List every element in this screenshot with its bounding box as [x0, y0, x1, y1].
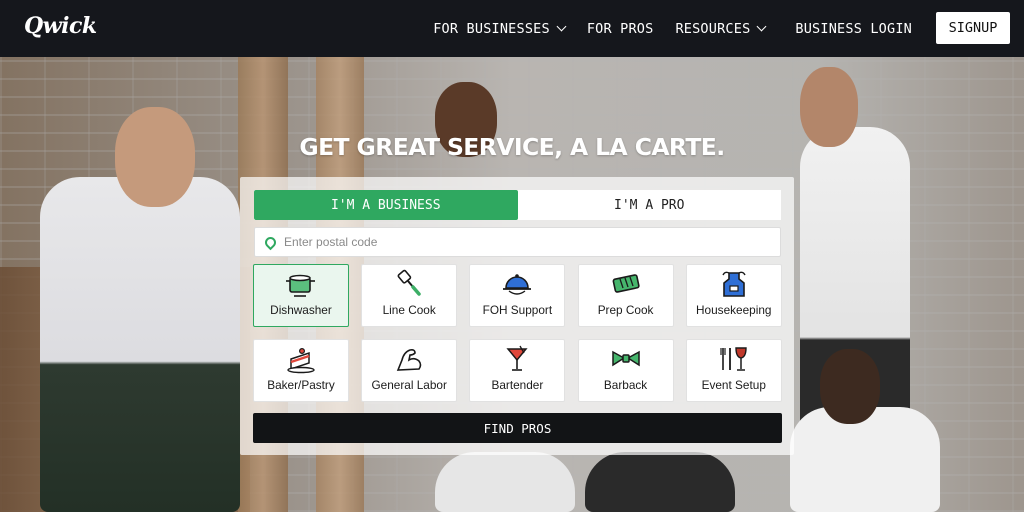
toggle-pro[interactable]: I'M A PRO [518, 190, 782, 220]
postal-code-field [254, 227, 781, 257]
nav-for-businesses[interactable]: FOR BUSINESSES [433, 20, 567, 37]
find-pros-button[interactable]: FIND PROS [253, 413, 782, 443]
role-tile-label: Event Setup [701, 378, 766, 392]
role-tile-label: FOH Support [482, 303, 553, 317]
nav-resources[interactable]: RESOURCES [675, 20, 767, 37]
search-card: I'M A BUSINESS I'M A PRO Dishwasher [240, 177, 794, 455]
cloche-icon [503, 274, 532, 295]
hero-photo-person [585, 452, 735, 512]
nav-for-pros-label: FOR PROS [586, 20, 654, 37]
utensils-wine-icon [720, 347, 747, 371]
chevron-down-icon [756, 21, 767, 32]
role-tile-label: Baker/Pastry [267, 378, 335, 392]
cake-icon [287, 347, 315, 374]
nav-links: FOR BUSINESSES FOR PROS RESOURCES BUSINE… [433, 0, 912, 57]
hero-headline: GET GREAT SERVICE, A LA CARTE. [299, 133, 725, 161]
signup-button[interactable]: SIGNUP [936, 12, 1010, 44]
role-tile-line-cook[interactable]: Line Cook [361, 264, 458, 327]
postal-code-input[interactable] [284, 235, 764, 249]
cocktail-icon [506, 345, 528, 371]
nav-for-pros[interactable]: FOR PROS [587, 21, 654, 37]
qwick-logo[interactable]: Qwick [24, 13, 97, 39]
role-tile-barback[interactable]: Barback [577, 339, 674, 402]
role-tile-label: Dishwasher [270, 303, 332, 317]
role-tile-event-setup[interactable]: Event Setup [685, 339, 782, 402]
dishwasher-pot-icon [286, 274, 315, 297]
role-tile-label: Prep Cook [597, 303, 654, 317]
role-tile-label: General Labor [371, 378, 447, 392]
role-tile-prep-cook[interactable]: Prep Cook [577, 264, 674, 327]
role-tile-label: Barback [603, 378, 648, 392]
chevron-down-icon [556, 21, 567, 32]
user-type-toggle: I'M A BUSINESS I'M A PRO [254, 190, 781, 220]
role-tile-general-labor[interactable]: General Labor [361, 339, 458, 402]
hero-photo-person-head [820, 349, 880, 424]
role-grid: Dishwasher Line Cook FOH Support Prep Co… [253, 264, 782, 402]
nav-resources-label: RESOURCES [675, 20, 751, 37]
cutting-board-icon [612, 274, 640, 293]
bowtie-icon [611, 350, 640, 367]
hero-photo-person [790, 407, 940, 512]
hero-photo-person [40, 177, 240, 512]
hero-photo-person [435, 452, 575, 512]
role-tile-foh-support[interactable]: FOH Support [469, 264, 566, 327]
role-tile-label: Line Cook [382, 303, 436, 317]
nav-business-login[interactable]: BUSINESS LOGIN [795, 21, 912, 37]
role-tile-baker-pastry[interactable]: Baker/Pastry [253, 339, 349, 402]
role-tile-bartender[interactable]: Bartender [469, 339, 566, 402]
nav-for-businesses-label: FOR BUSINESSES [433, 20, 550, 37]
location-pin-icon [262, 234, 279, 250]
toggle-business[interactable]: I'M A BUSINESS [254, 190, 518, 220]
nav-business-login-label: BUSINESS LOGIN [795, 20, 912, 37]
role-tile-label: Housekeeping [696, 303, 772, 317]
role-tile-label: Bartender [491, 378, 544, 392]
flexed-arm-icon [396, 349, 422, 371]
apron-icon [722, 271, 746, 297]
role-tile-housekeeping[interactable]: Housekeeping [685, 264, 782, 327]
spatula-icon [397, 269, 421, 296]
role-tile-dishwasher[interactable]: Dishwasher [253, 264, 349, 327]
top-nav: Qwick FOR BUSINESSES FOR PROS RESOURCES … [0, 0, 1024, 57]
